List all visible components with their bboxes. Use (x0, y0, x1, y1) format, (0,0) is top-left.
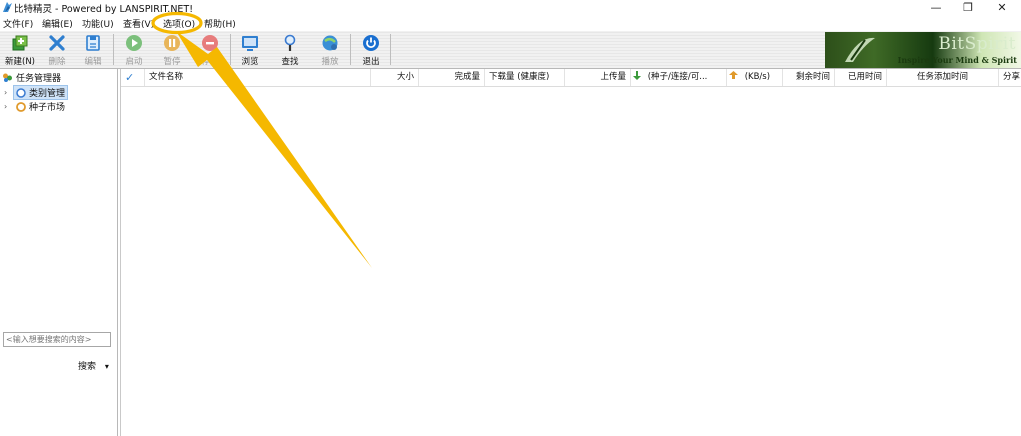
category-icon (16, 87, 26, 98)
torrent-market-icon (16, 101, 26, 112)
task-list: ✓ 文件名称 大小 完成量 下载量 (健康度) 上传量 (种子/连接/可... … (120, 69, 1021, 436)
select-all-check-icon[interactable]: ✓ (121, 69, 145, 86)
sidebar-root-label: 任务管理器 (16, 74, 62, 84)
task-list-header: ✓ 文件名称 大小 完成量 下载量 (健康度) 上传量 (种子/连接/可... … (121, 69, 1021, 87)
column-share[interactable]: 分享 (999, 69, 1021, 86)
toolbar-separator (390, 34, 391, 65)
power-icon (363, 35, 379, 51)
new-task-label: 新建(N) (5, 57, 35, 67)
delete-icon (49, 35, 65, 51)
column-seeds-label: (种子/连接/可... (647, 72, 708, 82)
window-title: 比特精灵 - Powered by LANSPIRIT.NET! (14, 4, 194, 15)
exit-button[interactable]: 退出 (354, 31, 388, 68)
task-manager-icon (3, 73, 12, 82)
sidebar-item-category-selected: 类别管理 (13, 85, 69, 100)
menu-file[interactable]: 文件(F) (3, 17, 33, 30)
minimize-icon: — (930, 1, 942, 14)
sidebar: 任务管理器 › 类别管理 › 种子市场 搜索 ▾ (0, 69, 118, 436)
tree-expand-icon[interactable]: › (4, 88, 13, 97)
exit-label: 退出 (362, 57, 380, 67)
column-file-name[interactable]: 文件名称 (145, 69, 371, 86)
edit-icon (86, 35, 100, 51)
browse-label: 浏览 (241, 57, 259, 67)
menu-view[interactable]: 查看(V) (123, 17, 154, 30)
edit-label: 编辑 (84, 57, 102, 67)
media-play-button[interactable]: 播放 (313, 31, 347, 68)
column-completed[interactable]: 完成量 (419, 69, 485, 86)
pause-icon (164, 35, 180, 51)
find-label: 查找 (281, 57, 299, 67)
find-button[interactable]: 查找 (273, 31, 307, 68)
arrow-down-green-icon (633, 71, 641, 80)
pause-button[interactable]: 暂停 (155, 31, 189, 68)
find-icon (284, 34, 296, 51)
arrow-up-orange-icon (729, 71, 738, 79)
banner-logo-icon (845, 37, 875, 62)
browse-button[interactable]: 浏览 (233, 31, 267, 68)
menu-bar: 文件(F) 编辑(E) 功能(U) 查看(V) 选项(O) 帮助(H) (0, 15, 1021, 31)
column-date-added[interactable]: 任务添加时间 (887, 69, 999, 86)
new-task-icon (12, 35, 28, 51)
play-icon (126, 35, 142, 51)
media-play-label: 播放 (321, 57, 339, 67)
edit-button[interactable]: 编辑 (76, 31, 110, 68)
search-button-label: 搜索 (78, 362, 97, 372)
new-task-button[interactable]: 新建(N) (3, 31, 37, 68)
close-icon: ✕ (997, 1, 1007, 14)
sidebar-item-label: 类别管理 (29, 89, 66, 99)
maximize-button[interactable]: ❐ (953, 0, 983, 15)
bitspirit-banner: BitSpirit Inspire Your Mind & Spirit (825, 32, 1021, 68)
stop-label: 停止 (201, 57, 219, 67)
title-bar: 比特精灵 - Powered by LANSPIRIT.NET! — ❐ ✕ (0, 0, 1021, 15)
banner-slogan: Inspire Your Mind & Spirit (897, 55, 1017, 65)
column-size[interactable]: 大小 (371, 69, 419, 86)
minimize-button[interactable]: — (921, 0, 951, 15)
tree-expand-icon[interactable]: › (4, 102, 13, 111)
chevron-down-icon: ▾ (104, 362, 109, 371)
search-button[interactable]: 搜索 ▾ (78, 359, 109, 372)
start-button[interactable]: 启动 (117, 31, 151, 68)
banner-title: BitSpirit (938, 34, 1016, 54)
close-button[interactable]: ✕ (987, 0, 1017, 15)
stop-icon (202, 35, 218, 51)
menu-help[interactable]: 帮助(H) (204, 17, 236, 30)
column-uploaded[interactable]: 上传量 (565, 69, 631, 86)
menu-edit[interactable]: 编辑(E) (42, 17, 73, 30)
column-seeds-connections[interactable]: (种子/连接/可... (631, 69, 727, 86)
sidebar-item-torrent-market[interactable]: › 种子市场 (4, 100, 65, 113)
search-input[interactable] (3, 332, 111, 347)
column-downloaded[interactable]: 下载量 (健康度) (485, 69, 565, 86)
sidebar-item-label: 种子市场 (29, 103, 66, 113)
column-time-remaining[interactable]: 剩余时间 (783, 69, 835, 86)
column-speed[interactable]: (KB/s) (727, 69, 783, 86)
browse-icon (242, 36, 258, 51)
media-play-icon (322, 35, 338, 51)
column-time-elapsed[interactable]: 已用时间 (835, 69, 887, 86)
sidebar-root-task-manager[interactable]: 任务管理器 (2, 71, 61, 84)
start-label: 启动 (125, 57, 143, 67)
menu-function[interactable]: 功能(U) (82, 17, 114, 30)
delete-button[interactable]: 删除 (40, 31, 74, 68)
maximize-icon: ❐ (963, 1, 973, 14)
sidebar-item-category-management[interactable]: › 类别管理 (4, 85, 69, 100)
pause-label: 暂停 (163, 57, 181, 67)
column-speed-label: (KB/s) (744, 72, 771, 82)
stop-button[interactable]: 停止 (193, 31, 227, 68)
bitspirit-app-icon (3, 2, 12, 12)
menu-options[interactable]: 选项(O) (163, 17, 195, 30)
